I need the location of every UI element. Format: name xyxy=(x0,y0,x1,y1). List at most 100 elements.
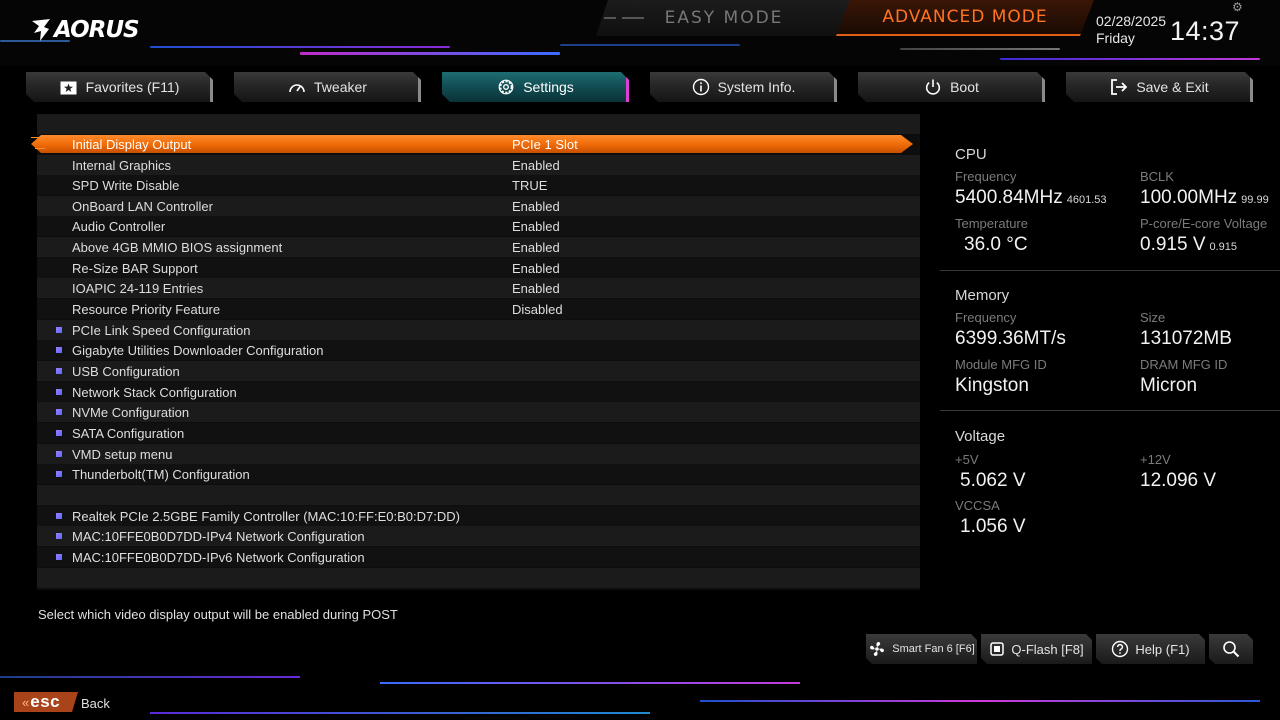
memory-frequency-label: Frequency xyxy=(955,310,1017,325)
submenu-realtek-controller[interactable]: Realtek PCIe 2.5GBE Family Controller (M… xyxy=(37,506,920,526)
q-flash-button[interactable]: Q-Flash [F8] xyxy=(981,634,1092,664)
voltage-section-title: Voltage xyxy=(955,428,1006,445)
submenu-label: SATA Configuration xyxy=(72,426,185,441)
submenu-label: MAC:10FFE0B0D7DD-IPv6 Network Configurat… xyxy=(72,550,365,565)
bclk-sub: 99.99 xyxy=(1241,194,1269,206)
submenu-ipv6-network[interactable]: MAC:10FFE0B0D7DD-IPv6 Network Configurat… xyxy=(37,547,920,567)
easy-mode-label: EASY MODE xyxy=(664,8,784,28)
setting-row-onboard-lan[interactable]: OnBoard LAN Controller Enabled xyxy=(37,196,920,216)
submenu-gigabyte-utilities[interactable]: Gigabyte Utilities Downloader Configurat… xyxy=(37,340,920,360)
setting-row-resize-bar[interactable]: Re-Size BAR Support Enabled xyxy=(37,258,920,278)
module-mfg-value: Kingston xyxy=(955,375,1029,396)
header-streak xyxy=(150,46,450,48)
main-tabs: Favorites (F11) Tweaker Settings System … xyxy=(0,70,1280,104)
double-chevron-left-icon: « xyxy=(22,694,27,710)
header-streak xyxy=(1000,58,1260,60)
small-gear-icon[interactable]: ⚙ xyxy=(1232,0,1243,14)
setting-value[interactable]: Enabled xyxy=(512,158,560,173)
setting-row-spd-write-disable[interactable]: SPD Write Disable TRUE xyxy=(37,175,920,195)
cpu-frequency-sub: 4601.53 xyxy=(1066,194,1107,206)
tab-settings[interactable]: Settings xyxy=(442,72,629,102)
back-label: Back xyxy=(81,696,110,711)
setting-value[interactable]: Enabled xyxy=(512,199,560,214)
setting-value[interactable]: TRUE xyxy=(512,178,547,193)
setting-row-above-4gb-mmio[interactable]: Above 4GB MMIO BIOS assignment Enabled xyxy=(37,237,920,257)
chip-icon xyxy=(989,641,1005,657)
setting-label: Resource Priority Feature xyxy=(72,302,221,317)
dram-mfg-label: DRAM MFG ID xyxy=(1140,357,1228,372)
memory-section-title: Memory xyxy=(955,287,1010,304)
submenu-bullet-icon xyxy=(56,471,62,477)
tab-label: Boot xyxy=(950,79,979,95)
time-display: 14:37 xyxy=(1170,16,1241,46)
selection-streak xyxy=(35,148,45,149)
footer-streak xyxy=(150,712,650,714)
dram-mfg-value: Micron xyxy=(1140,375,1198,396)
info-icon xyxy=(692,78,710,96)
cpu-frequency-main: 5400.84MHz xyxy=(955,187,1063,208)
submenu-label: VMD setup menu xyxy=(72,447,173,462)
setting-row-audio-controller[interactable]: Audio Controller Enabled xyxy=(37,216,920,236)
setting-label: Initial Display Output xyxy=(72,137,192,152)
setting-row-initial-display-output[interactable]: Initial Display Output PCIe 1 Slot xyxy=(31,134,920,154)
submenu-bullet-icon xyxy=(56,513,62,519)
setting-value[interactable]: Enabled xyxy=(512,261,560,276)
v12-value: 12.096 V xyxy=(1140,470,1217,491)
submenu-vmd[interactable]: VMD setup menu xyxy=(37,444,920,464)
tab-boot[interactable]: Boot xyxy=(858,72,1045,102)
setting-value[interactable]: PCIe 1 Slot xyxy=(512,137,578,152)
eagle-icon xyxy=(32,19,50,41)
help-button[interactable]: Help (F1) xyxy=(1096,634,1205,664)
tab-system-info[interactable]: System Info. xyxy=(650,72,837,102)
memory-size-value: 131072MB xyxy=(1140,328,1232,349)
setting-value[interactable]: Enabled xyxy=(512,240,560,255)
footer-streak xyxy=(0,676,300,678)
esc-button[interactable]: « esc xyxy=(14,692,78,712)
setting-value[interactable]: Enabled xyxy=(512,281,560,296)
fan-icon xyxy=(868,640,886,658)
footer-streak xyxy=(700,700,1260,702)
tab-save-exit[interactable]: Save & Exit xyxy=(1066,72,1253,102)
tab-favorites[interactable]: Favorites (F11) xyxy=(26,72,213,102)
v12-label: +12V xyxy=(1140,452,1171,467)
submenu-network-stack[interactable]: Network Stack Configuration xyxy=(37,382,920,402)
smart-fan-button[interactable]: Smart Fan 6 [F6] xyxy=(866,634,977,664)
setting-row-internal-graphics[interactable]: Internal Graphics Enabled xyxy=(37,155,920,175)
tab-tweaker[interactable]: Tweaker xyxy=(234,72,421,102)
advanced-mode-label: ADVANCED MODE xyxy=(882,7,1048,27)
submenu-sata[interactable]: SATA Configuration xyxy=(37,423,920,443)
advanced-mode-button[interactable]: ADVANCED MODE xyxy=(836,0,1094,36)
cpu-frequency-label: Frequency xyxy=(955,169,1017,184)
setting-label: OnBoard LAN Controller xyxy=(72,199,213,214)
exit-icon xyxy=(1110,78,1128,96)
memory-size-label: Size xyxy=(1140,310,1166,325)
submenu-label: PCIe Link Speed Configuration xyxy=(72,323,251,338)
submenu-nvme[interactable]: NVMe Configuration xyxy=(37,402,920,422)
submenu-thunderbolt[interactable]: Thunderbolt(TM) Configuration xyxy=(37,464,920,484)
setting-label: IOAPIC 24-119 Entries xyxy=(72,281,204,296)
submenu-bullet-icon xyxy=(56,430,62,436)
bclk-label: BCLK xyxy=(1140,169,1174,184)
aorus-logo: AORUS xyxy=(30,14,140,46)
submenu-bullet-icon xyxy=(56,451,62,457)
info-separator xyxy=(940,410,1280,411)
settings-list: Initial Display Output PCIe 1 Slot Inter… xyxy=(31,114,920,590)
help-label: Help (F1) xyxy=(1135,641,1190,657)
setting-value[interactable]: Disabled xyxy=(512,302,563,317)
setting-label: SPD Write Disable xyxy=(72,178,180,193)
cpu-frequency-value: 5400.84MHz 4601.53 xyxy=(955,187,1107,209)
search-button[interactable] xyxy=(1209,634,1253,664)
submenu-ipv4-network[interactable]: MAC:10FFE0B0D7DD-IPv4 Network Configurat… xyxy=(37,526,920,546)
setting-row-ioapic[interactable]: IOAPIC 24-119 Entries Enabled xyxy=(37,278,920,298)
submenu-usb[interactable]: USB Configuration xyxy=(37,361,920,381)
setting-row-resource-priority[interactable]: Resource Priority Feature Disabled xyxy=(37,299,920,319)
core-voltage-value: 0.915 V 0.915 xyxy=(1140,234,1237,256)
header-dash xyxy=(604,17,616,19)
smart-fan-label: Smart Fan 6 [F6] xyxy=(892,643,975,655)
submenu-bullet-icon xyxy=(56,347,62,353)
submenu-pcie-link-speed[interactable]: PCIe Link Speed Configuration xyxy=(37,320,920,340)
esc-label: esc xyxy=(30,692,61,711)
module-mfg-label: Module MFG ID xyxy=(955,357,1047,372)
setting-value[interactable]: Enabled xyxy=(512,219,560,234)
submenu-bullet-icon xyxy=(56,409,62,415)
